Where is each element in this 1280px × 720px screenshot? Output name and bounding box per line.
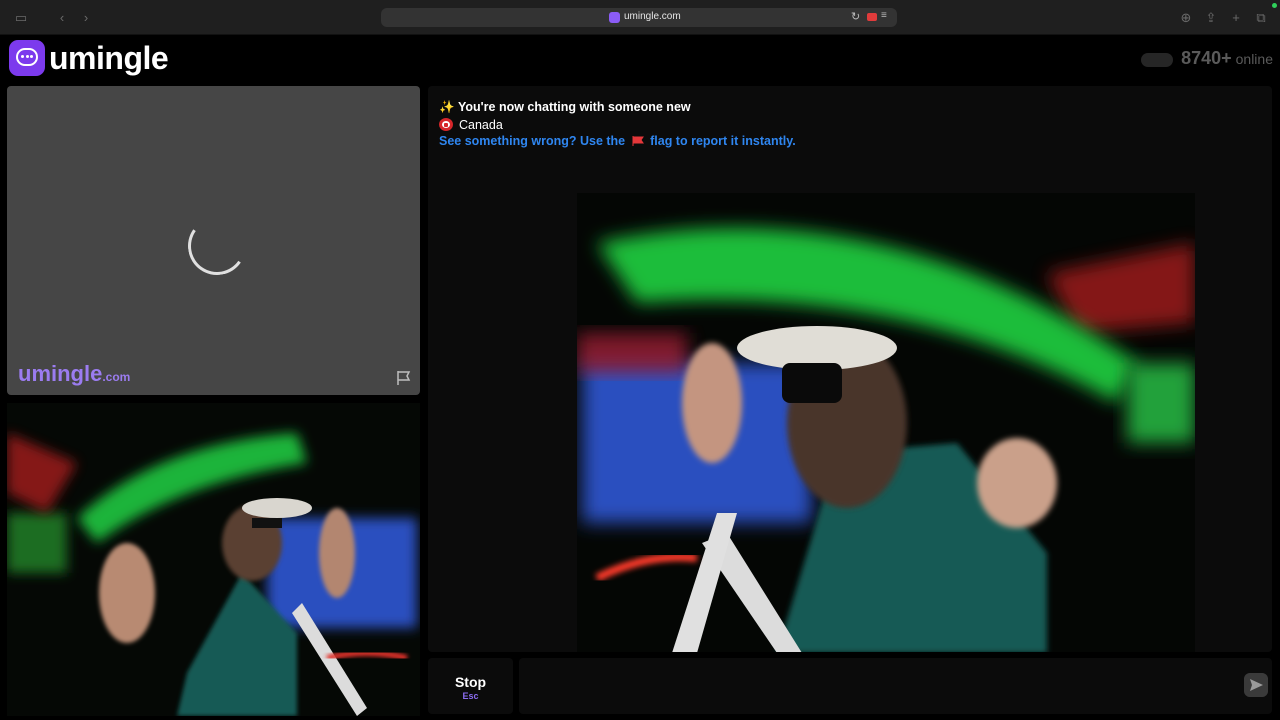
loading-spinner-icon bbox=[183, 212, 251, 280]
online-toggle bbox=[1141, 53, 1174, 67]
country-line: Canada bbox=[439, 118, 503, 132]
camera-feed-image bbox=[7, 403, 420, 716]
message-input[interactable] bbox=[529, 668, 1229, 704]
report-hint-end: flag to report it instantly. bbox=[650, 134, 796, 148]
camera-recording-icon[interactable] bbox=[867, 13, 877, 21]
report-flag-icon[interactable] bbox=[396, 370, 412, 386]
report-hint-start: See something wrong? Use the bbox=[439, 134, 626, 148]
reload-icon[interactable]: ↻ bbox=[851, 10, 860, 23]
address-bar[interactable]: umingle.com ↻ ≡ bbox=[381, 8, 897, 27]
stop-label: Stop bbox=[454, 674, 487, 690]
site-favicon-icon bbox=[609, 12, 620, 23]
new-chat-message: ✨ You're now chatting with someone new bbox=[439, 100, 691, 115]
new-chat-text: You're now chatting with someone new bbox=[458, 100, 691, 114]
share-icon[interactable]: ⇪ bbox=[1202, 9, 1220, 27]
stop-button[interactable]: Stop Esc bbox=[428, 658, 513, 714]
online-counter: 8740+ online bbox=[1141, 48, 1273, 72]
new-tab-icon[interactable]: + bbox=[1227, 9, 1245, 27]
reader-icon[interactable]: ≡ bbox=[881, 10, 887, 21]
country-name: Canada bbox=[459, 118, 503, 132]
camera-active-indicator bbox=[1272, 3, 1277, 8]
send-icon[interactable] bbox=[1244, 673, 1268, 697]
stranger-video bbox=[577, 193, 1195, 652]
address-url: umingle.com bbox=[624, 11, 681, 22]
sparkles-icon: ✨ bbox=[439, 100, 455, 114]
red-flag-icon bbox=[632, 136, 644, 146]
tabs-overview-icon[interactable]: ⧉ bbox=[1252, 9, 1270, 27]
browser-toolbar: ▭ ‹ › umingle.com ↻ ≡ ⊕ ⇪ + ⧉ bbox=[0, 0, 1280, 35]
stop-shortcut: Esc bbox=[462, 691, 479, 701]
stranger-feed-image bbox=[577, 193, 1195, 652]
back-icon[interactable]: ‹ bbox=[53, 9, 71, 27]
forward-icon[interactable]: › bbox=[77, 9, 95, 27]
logo-icon[interactable] bbox=[9, 40, 45, 76]
sidebar-toggle-icon[interactable]: ▭ bbox=[12, 9, 30, 27]
watermark: umingle.com bbox=[18, 361, 130, 387]
logo-text[interactable]: umingle bbox=[49, 40, 169, 77]
online-label: online bbox=[1235, 51, 1273, 67]
watermark-suffix: .com bbox=[102, 370, 131, 384]
watermark-main: umingle bbox=[18, 361, 103, 386]
online-count: 8740+ bbox=[1181, 48, 1232, 68]
self-camera-video bbox=[7, 403, 420, 716]
message-input-area bbox=[519, 658, 1272, 714]
chat-panel: ✨ You're now chatting with someone new Ca… bbox=[428, 86, 1272, 652]
report-hint: See something wrong? Use the flag to rep… bbox=[439, 134, 796, 148]
canada-flag-icon bbox=[439, 118, 453, 131]
stranger-loading-panel: umingle.com bbox=[7, 86, 420, 395]
download-icon[interactable]: ⊕ bbox=[1177, 9, 1195, 27]
